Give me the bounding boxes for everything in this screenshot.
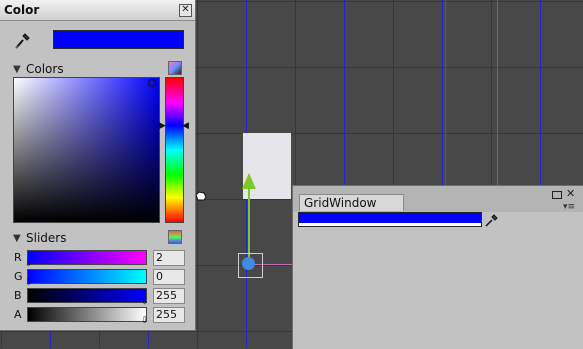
slider-r-value-field[interactable]: 2 [153, 250, 185, 266]
current-color-swatch[interactable] [53, 30, 184, 49]
slider-a-label: A [14, 308, 22, 321]
move-gizmo-y-arrow[interactable] [242, 173, 256, 189]
color-library-icon[interactable] [168, 61, 182, 75]
scene-guide-line [445, 0, 446, 185]
slider-a-value-field[interactable]: 255 [153, 307, 185, 323]
sliders-foldout-arrow[interactable]: ▼ [13, 233, 21, 244]
slider-r-label: R [14, 251, 22, 264]
scene-guide-line [497, 0, 498, 185]
close-button[interactable]: ✕ [179, 4, 192, 17]
slider-b-thumb[interactable]: ⇩ [141, 297, 149, 307]
hue-left-arrow-icon[interactable]: ▶ [159, 121, 166, 131]
saturation-value-picker[interactable] [13, 77, 160, 223]
pivot-point[interactable] [242, 257, 255, 270]
slider-r-thumb[interactable]: ⇩ [25, 259, 33, 269]
colors-section-label[interactable]: Colors [26, 62, 64, 76]
grid-color-field-alpha [298, 223, 482, 227]
slider-g-value-field[interactable]: 0 [153, 269, 185, 285]
slider-mode-icon[interactable] [168, 230, 182, 244]
hue-right-arrow-icon[interactable]: ◀ [182, 121, 189, 131]
slider-g-label: G [14, 270, 23, 283]
slider-b-value-field[interactable]: 255 [153, 288, 185, 304]
slider-g-track[interactable] [27, 269, 147, 284]
slider-b-track[interactable] [27, 288, 147, 303]
maximize-icon[interactable] [552, 191, 562, 199]
scene-selected-object[interactable] [243, 133, 291, 199]
color-window-titlebar[interactable]: Color ✕ [0, 0, 195, 21]
slider-a-track[interactable] [27, 307, 147, 322]
color-picker-window: Color ✕ ▼ Colors ▶ ◀ ▼ Sliders R ⇩ 2 G ⇩… [0, 0, 196, 331]
slider-a-thumb[interactable]: ⇩ [141, 316, 149, 326]
slider-b-label: B [14, 289, 22, 302]
grid-window: GridWindow ✕ ▾≡ [292, 185, 583, 349]
eyedropper-icon[interactable] [13, 30, 33, 50]
window-menu-icon[interactable]: ▾≡ [563, 202, 575, 212]
slider-g-thumb[interactable]: ⇩ [25, 278, 33, 288]
saturation-value-marker[interactable] [148, 79, 156, 87]
eyedropper-icon[interactable] [484, 212, 500, 228]
slider-r-track[interactable] [27, 250, 147, 265]
hue-slider[interactable] [165, 77, 184, 223]
tab-gridwindow[interactable]: GridWindow [299, 194, 404, 211]
colors-foldout-arrow[interactable]: ▼ [13, 64, 21, 75]
hand-cursor-icon [195, 186, 207, 201]
close-icon[interactable]: ✕ [566, 187, 575, 200]
window-title: Color [4, 3, 40, 17]
sliders-section-label[interactable]: Sliders [26, 231, 66, 245]
